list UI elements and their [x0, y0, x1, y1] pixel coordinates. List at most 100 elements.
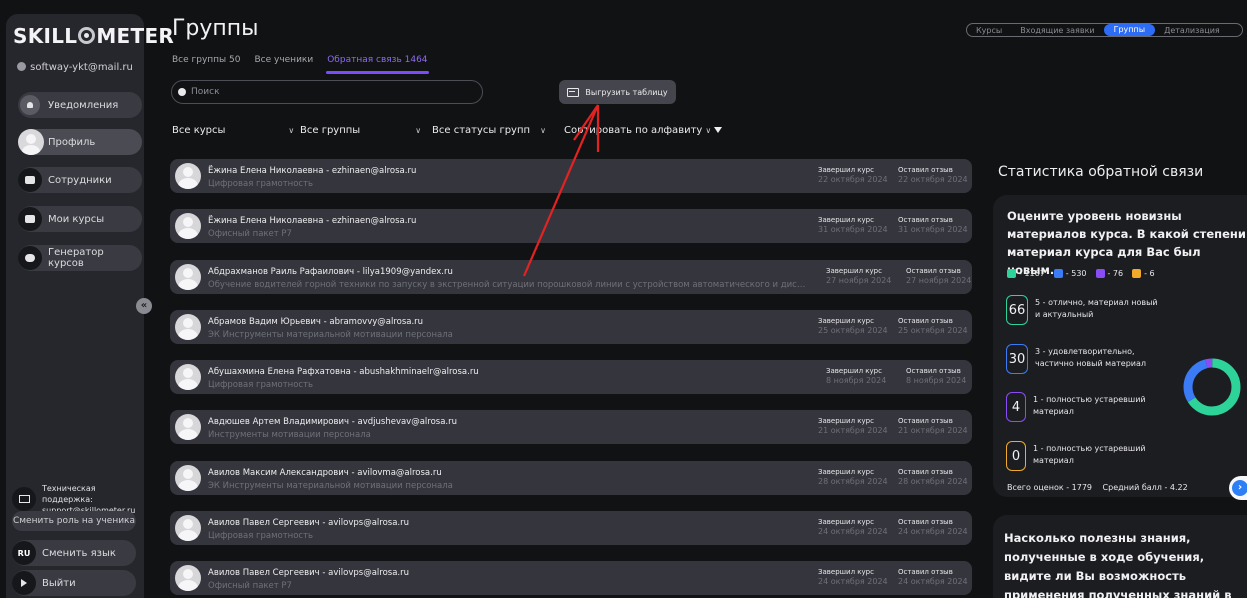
employees-icon [18, 168, 42, 192]
score-percent: 30 [1006, 344, 1028, 374]
next-stat-button[interactable]: › [1229, 476, 1247, 500]
chevron-right-icon: › [1232, 480, 1247, 496]
feedback-row[interactable]: Ёжина Елена Николаевна - ezhinaen@alrosa… [170, 159, 972, 193]
review-date: 31 октября 2024 [898, 225, 968, 235]
user-email[interactable]: softway-ykt@mail.ru [6, 62, 144, 73]
generator-icon [18, 246, 42, 270]
student-name: Авилов Павел Сергеевич - avilovps@alrosa… [208, 518, 409, 529]
total-ratings: Всего оценок - 1779 [1007, 483, 1092, 492]
finished-column: Завершил курс 28 октября 2024 [818, 468, 888, 486]
legend-item: - 530 [1053, 269, 1087, 278]
finished-column: Завершил курс 8 ноября 2024 [826, 367, 886, 385]
bell-icon [20, 95, 40, 115]
filter-courses[interactable]: Все курсы ∨ [172, 125, 300, 136]
toggle-incoming-requests[interactable]: Входящие заявки [1011, 26, 1103, 35]
review-column: Оставил отзыв 28 октября 2024 [898, 468, 968, 486]
student-name: Авилов Максим Александрович - avilovma@a… [208, 467, 442, 478]
feedback-row[interactable]: Авилов Максим Александрович - avilovma@a… [170, 460, 972, 495]
finished-column: Завершил курс 24 октября 2024 [818, 518, 888, 536]
score-percent: 66 [1006, 295, 1028, 325]
course-name: ЭК Инструменты материальной мотивации пе… [208, 329, 453, 340]
finished-date: 28 октября 2024 [818, 476, 888, 486]
feedback-row[interactable]: Авилов Павел Сергеевич - avilovps@alrosa… [170, 511, 972, 546]
sidebar-item-my-courses[interactable]: Мои курсы [18, 206, 142, 232]
feedback-row[interactable]: Абрамов Вадим Юрьевич - abramovvy@alrosa… [170, 309, 972, 344]
review-date: 22 октября 2024 [898, 175, 968, 184]
student-avatar [175, 213, 201, 240]
student-name: Абдрахманов Раиль Рафаилович - lilya1909… [208, 266, 453, 277]
logo[interactable]: SKILL METER [13, 24, 174, 48]
score-item: 66 5 - отлично, материал новый и актуальн… [1006, 295, 1165, 325]
logout-button[interactable]: Выйти [12, 570, 136, 596]
student-avatar [175, 464, 201, 491]
filter-groups[interactable]: Все группы ∨ [300, 125, 432, 136]
logo-text-left: SKILL [13, 24, 78, 48]
filter-funnel-icon [714, 127, 723, 133]
legend-item: - 1167 [1007, 269, 1045, 278]
toggle-details[interactable]: Детализация [1155, 26, 1229, 35]
toggle-courses[interactable]: Курсы [967, 26, 1011, 35]
toggle-groups[interactable]: Группы [1103, 24, 1156, 36]
review-date: 8 ноября 2024 [906, 376, 967, 386]
sidebar-item-course-generator[interactable]: Генератор курсов [18, 245, 142, 271]
search-input[interactable]: Поиск [171, 80, 483, 104]
student-avatar [175, 414, 201, 441]
chevron-down-icon: ∨ [288, 125, 295, 135]
legend-label: - 530 [1065, 269, 1087, 278]
logo-text-right: METER [96, 24, 175, 48]
language-code: RU [12, 541, 36, 565]
export-table-button[interactable]: Выгрузить таблицу [559, 80, 676, 104]
switch-role-button[interactable]: Сменить роль на ученика [12, 511, 136, 531]
support-contact[interactable]: Техническая поддержка: support@skillomet… [12, 484, 140, 515]
finished-date: 25 октября 2024 [818, 325, 888, 335]
sidebar-item-profile[interactable]: Профиль [18, 129, 142, 155]
tab-all-students[interactable]: Все ученики [254, 55, 313, 65]
finished-column: Завершил курс 31 октября 2024 [818, 216, 888, 234]
export-label: Выгрузить таблицу [585, 87, 668, 97]
legend-swatch [1053, 269, 1063, 278]
score-percent: 4 [1006, 392, 1026, 422]
tab-all-groups[interactable]: Все группы 50 [172, 55, 240, 65]
average-score: Средний балл - 4.22 [1102, 483, 1188, 492]
chevron-down-icon: ∨ [540, 125, 546, 135]
sidebar-item-notifications[interactable]: Уведомления [18, 92, 142, 118]
collapse-sidebar-button[interactable]: « [136, 298, 152, 314]
stats-title: Статистика обратной связи [998, 164, 1204, 180]
legend-item: - 76 [1095, 269, 1124, 278]
stats-total: Всего оценок - 1779 Средний балл - 4.22 [1007, 483, 1196, 492]
feedback-row[interactable]: Абдрахманов Раиль Рафаилович - lilya1909… [170, 259, 972, 294]
chevron-down-icon: ∨ [705, 125, 712, 135]
finished-column: Завершил курс 25 октября 2024 [818, 317, 888, 335]
feedback-row[interactable]: Авилов Павел Сергеевич - avilovps@alrosa… [170, 561, 972, 596]
user-icon [17, 62, 27, 71]
tab-feedback[interactable]: Обратная связь 1464 [326, 55, 429, 74]
student-avatar [175, 515, 201, 542]
finished-column: Завершил курс 21 октября 2024 [818, 417, 888, 435]
filter-group-status[interactable]: Все статусы групп ∨ [432, 125, 564, 136]
course-name: Цифровая грамотность [208, 531, 314, 542]
sort-label: Сортировать по алфавиту [564, 124, 703, 136]
course-name: Инструменты мотивации персонала [208, 430, 371, 441]
review-label: Оставил отзыв [898, 166, 953, 174]
course-name: Цифровая грамотность [208, 179, 314, 189]
feedback-row[interactable]: Ёжина Елена Николаевна - ezhinaen@alrosa… [170, 209, 972, 244]
sidebar-item-employees[interactable]: Сотрудники [18, 167, 142, 193]
score-label: 1 - полностью устаревший материал [1033, 444, 1146, 465]
student-avatar [175, 163, 201, 189]
feedback-row[interactable]: Авдюшев Артем Владимирович - avdjushevav… [170, 410, 972, 445]
finished-label: Завершил курс [826, 266, 882, 275]
finished-label: Завершил курс [818, 216, 874, 225]
switch-language-button[interactable]: RU Сменить язык [12, 540, 136, 566]
score-item: 0 1 - полностью устаревший материал [1006, 441, 1163, 471]
sidebar-item-label: Мои курсы [48, 213, 105, 225]
feedback-row[interactable]: Абушахмина Елена Рафхатовна - abushakhmi… [170, 360, 972, 395]
score-label: 3 - удовлетворительно, частично новый ма… [1035, 347, 1146, 368]
legend-label: - 76 [1107, 269, 1124, 278]
sort-alphabet[interactable]: Сортировать по алфавиту ∨ [564, 124, 723, 136]
course-name: Офисный пакет Р7 [208, 229, 292, 240]
review-column: Оставил отзыв 24 октября 2024 [898, 518, 968, 536]
finished-column: Завершил курс 27 ноября 2024 [826, 267, 891, 285]
review-date: 21 октября 2024 [898, 426, 968, 436]
student-name: Абрамов Вадим Юрьевич - abramovvy@alrosa… [208, 316, 424, 327]
finished-column: Завершил курс 24 октября 2024 [818, 568, 888, 586]
